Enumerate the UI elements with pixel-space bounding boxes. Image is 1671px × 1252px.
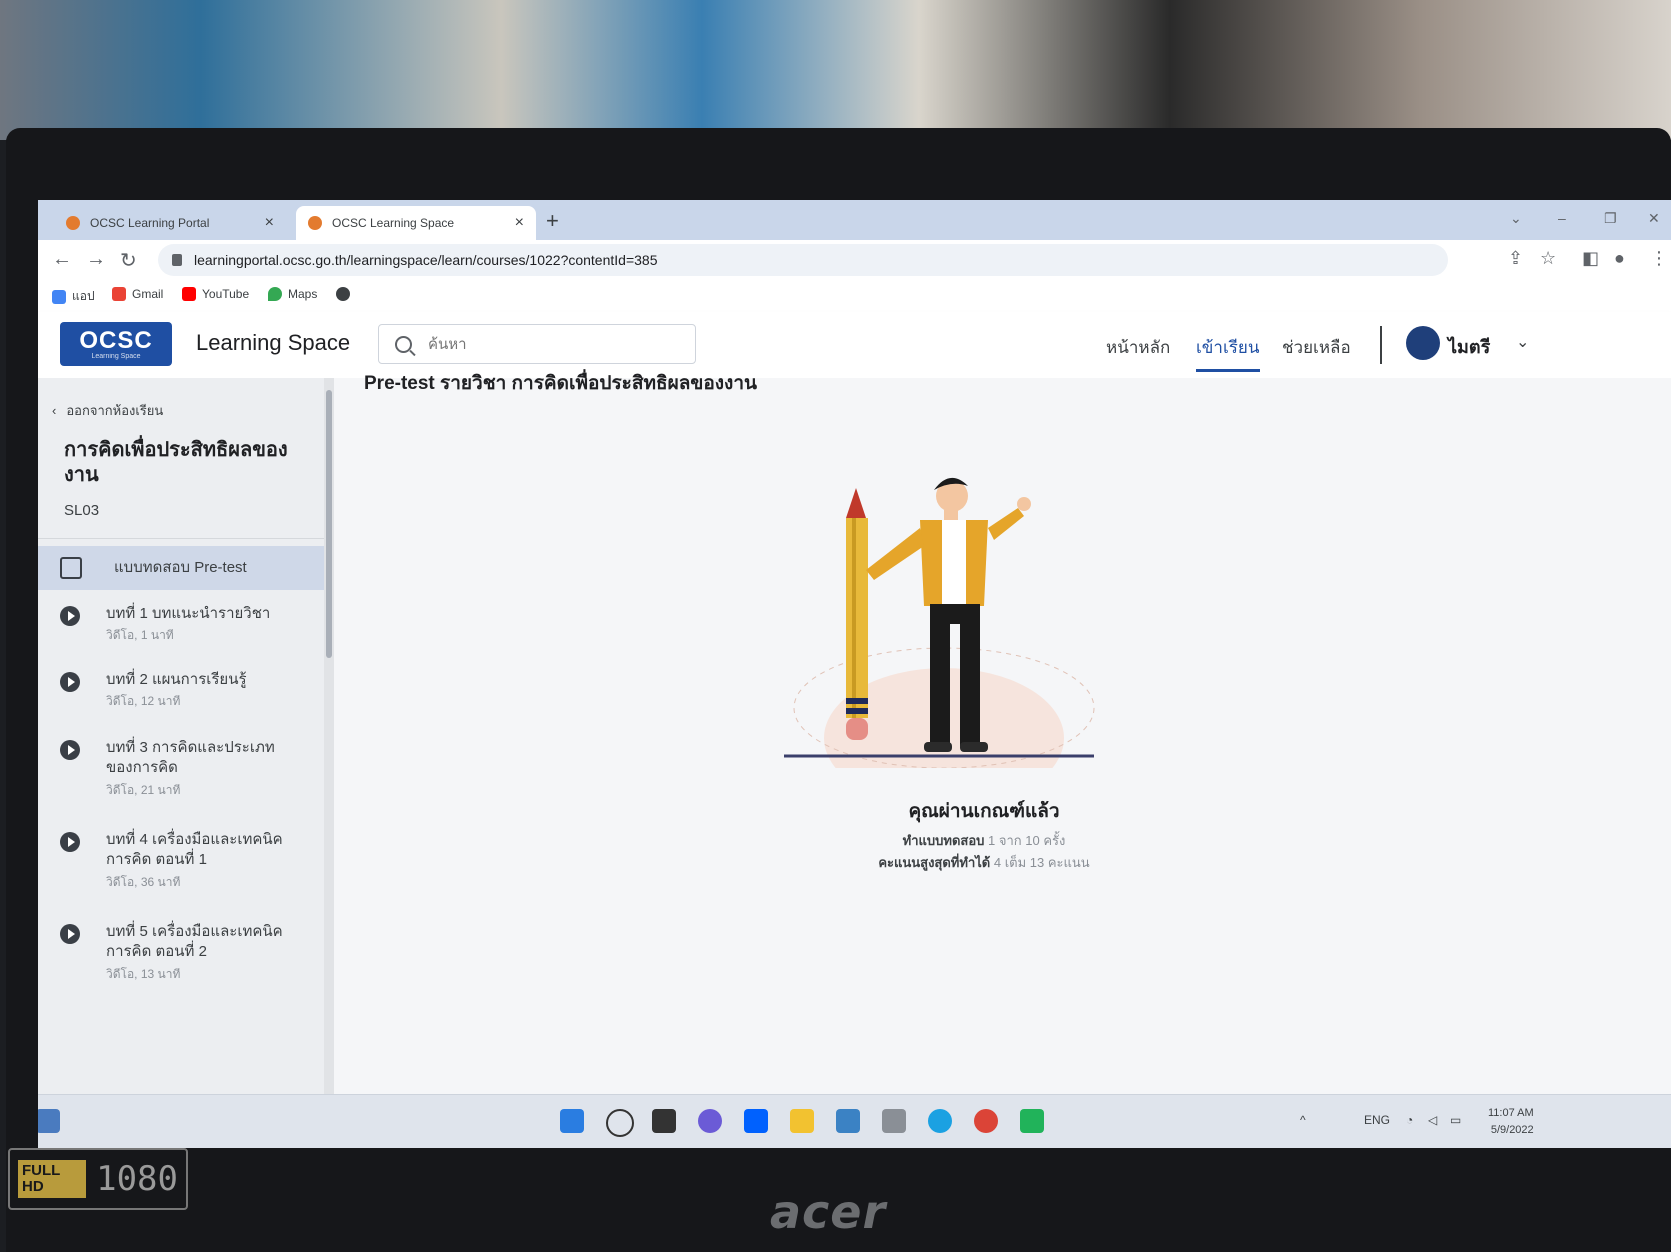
bookmark-youtube[interactable]: YouTube xyxy=(182,287,249,301)
nav-help[interactable]: ช่วยเหลือ xyxy=(1282,334,1351,361)
sidebar-scrollbar-thumb[interactable] xyxy=(326,390,332,658)
nav-learn[interactable]: เข้าเรียน xyxy=(1196,334,1260,372)
side-panel-icon[interactable]: ◧ xyxy=(1582,248,1599,269)
bookmark-star-icon[interactable]: ☆ xyxy=(1540,248,1556,269)
minimize-icon[interactable]: – xyxy=(1558,210,1566,226)
volume-icon[interactable]: ◁ xyxy=(1428,1113,1437,1127)
app-icon[interactable] xyxy=(882,1109,906,1133)
apps-grid-icon xyxy=(52,289,66,304)
laptop-screen: OCSC Learning Portal × OCSC Learning Spa… xyxy=(38,200,1671,1148)
header-divider xyxy=(1380,326,1382,364)
new-tab-button[interactable]: + xyxy=(546,208,559,234)
reload-icon[interactable]: ↻ xyxy=(120,248,137,273)
tab-ocsc-learning-space[interactable]: OCSC Learning Space × xyxy=(296,206,536,240)
bookmark-gmail[interactable]: Gmail xyxy=(112,287,163,301)
folder-icon[interactable] xyxy=(790,1109,814,1133)
attempts-line: ทำแบบทดสอบ 1 จาก 10 ครั้ง xyxy=(902,833,1066,848)
restore-icon[interactable]: ❐ xyxy=(1604,210,1617,227)
battery-icon[interactable]: ▭ xyxy=(1450,1113,1461,1127)
store-icon[interactable] xyxy=(836,1109,860,1133)
play-icon xyxy=(60,606,80,626)
url-text: learningportal.ocsc.go.th/learningspace/… xyxy=(194,252,658,268)
result-title: คุณผ่านเกณฑ์แล้ว xyxy=(908,801,1060,822)
edge-icon[interactable] xyxy=(928,1109,952,1133)
full-hd-badge: FULL HD 1080 xyxy=(8,1148,188,1210)
search-input[interactable] xyxy=(426,334,650,354)
browser-toolbar: ← → ↻ learningportal.ocsc.go.th/learning… xyxy=(38,240,1671,280)
chat-icon[interactable] xyxy=(698,1109,722,1133)
globe-icon xyxy=(336,287,350,301)
ocsc-logo[interactable]: OCSC Learning Space xyxy=(60,322,172,366)
leave-classroom-link[interactable]: ‹ ออกจากห้องเรียน xyxy=(52,400,163,421)
windows-taskbar: ^ ENG ◔ ◁ ▭ 11:07 AM 5/9/2022 xyxy=(38,1094,1671,1148)
profile-icon[interactable]: ● xyxy=(1614,248,1625,269)
search-icon[interactable] xyxy=(606,1109,634,1137)
close-window-icon[interactable]: ✕ xyxy=(1648,210,1660,227)
lesson-item[interactable]: บทที่ 2 แผนการเรียนรู้ วิดีโอ, 12 นาที xyxy=(38,670,326,711)
browser-tab-strip: OCSC Learning Portal × OCSC Learning Spa… xyxy=(38,200,1671,240)
pencil-person-illustration xyxy=(784,477,1095,768)
chevron-down-icon[interactable]: ⌄ xyxy=(1516,332,1529,352)
lesson-item[interactable]: บทที่ 3 การคิดและประเภทของการคิด วิดีโอ,… xyxy=(38,738,326,800)
youtube-icon xyxy=(182,287,196,301)
score-line: คะแนนสูงสุดที่ทำได้ 4 เต็ม 13 คะแนน xyxy=(878,855,1090,870)
back-arrow-icon[interactable]: ← xyxy=(52,248,72,271)
sidebar-item-pretest[interactable]: แบบทดสอบ Pre-test xyxy=(38,546,326,590)
wifi-icon[interactable]: ◔ xyxy=(1406,1113,1413,1127)
quiz-icon xyxy=(60,557,82,579)
menu-kebab-icon[interactable]: ⋮ xyxy=(1650,248,1668,269)
site-title: Learning Space xyxy=(196,330,351,355)
background-room xyxy=(0,0,1671,140)
course-code: SL03 xyxy=(64,502,100,519)
tab-ocsc-learning-portal[interactable]: OCSC Learning Portal × xyxy=(54,206,286,240)
flame-favicon-icon xyxy=(66,216,80,230)
flame-favicon-icon xyxy=(308,216,322,230)
line-app-icon[interactable] xyxy=(1020,1109,1044,1133)
close-tab-icon[interactable]: × xyxy=(515,214,524,232)
sidebar-divider xyxy=(38,538,326,539)
bookmark-apps[interactable]: แอป xyxy=(52,287,95,306)
main-content: Pre-test รายวิชา การคิดเพื่อประสิทธิผลขอ… xyxy=(334,373,1671,1148)
nav-home[interactable]: หน้าหลัก xyxy=(1106,334,1170,361)
bookmark-globe[interactable] xyxy=(336,287,350,301)
share-icon[interactable]: ⇪ xyxy=(1508,248,1523,269)
chevron-up-icon[interactable]: ^ xyxy=(1300,1113,1306,1127)
task-view-icon[interactable] xyxy=(652,1109,676,1133)
close-tab-icon[interactable]: × xyxy=(265,214,274,232)
search-icon xyxy=(395,335,412,353)
page-title: Pre-test รายวิชา การคิดเพื่อประสิทธิผลขอ… xyxy=(364,373,757,394)
clock[interactable]: 11:07 AM 5/9/2022 xyxy=(1488,1105,1534,1138)
tab-label: OCSC Learning Space xyxy=(332,216,455,230)
bookmark-maps[interactable]: Maps xyxy=(268,287,317,301)
map-pin-icon xyxy=(268,287,282,301)
tab-label: OCSC Learning Portal xyxy=(90,216,210,230)
forward-arrow-icon[interactable]: → xyxy=(86,248,106,271)
play-icon xyxy=(60,740,80,760)
lesson-item[interactable]: บทที่ 1 บทแนะนำรายวิชา วิดีโอ, 1 นาที xyxy=(38,604,326,645)
language-indicator[interactable]: ENG xyxy=(1364,1113,1390,1127)
user-avatar-icon[interactable] xyxy=(1406,326,1440,360)
course-title: การคิดเพื่อประสิทธิผลของงาน xyxy=(64,439,288,486)
dropbox-icon[interactable] xyxy=(744,1109,768,1133)
user-name[interactable]: ไมตรี xyxy=(1448,332,1490,361)
bookmarks-bar: แอป Gmail YouTube Maps xyxy=(38,280,1671,313)
play-icon xyxy=(60,832,80,852)
lock-icon xyxy=(172,254,182,266)
google-icon xyxy=(112,287,126,301)
search-box[interactable] xyxy=(378,324,696,364)
lesson-item[interactable]: บทที่ 4 เครื่องมือและเทคนิคการคิด ตอนที่… xyxy=(38,830,326,892)
lesson-item[interactable]: บทที่ 5 เครื่องมือและเทคนิคการคิด ตอนที่… xyxy=(38,922,326,984)
widgets-icon[interactable] xyxy=(38,1109,60,1133)
play-icon xyxy=(60,924,80,944)
start-windows-icon[interactable] xyxy=(560,1109,584,1133)
course-sidebar: ‹ ออกจากห้องเรียน การคิดเพื่อประสิทธิผลข… xyxy=(38,378,326,1148)
chevron-left-icon: ‹ xyxy=(52,403,57,418)
acer-logo: acer xyxy=(770,1185,887,1239)
site-header: OCSC Learning Space Learning Space หน้าห… xyxy=(38,312,1671,378)
play-icon xyxy=(60,672,80,692)
chrome-icon[interactable] xyxy=(974,1109,998,1133)
address-bar[interactable]: learningportal.ocsc.go.th/learningspace/… xyxy=(158,244,1448,276)
tab-search-icon[interactable]: ⌄ xyxy=(1510,210,1522,227)
